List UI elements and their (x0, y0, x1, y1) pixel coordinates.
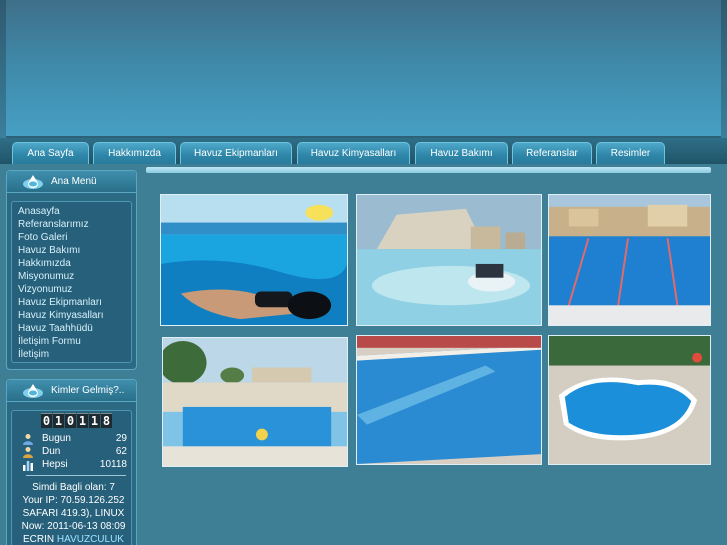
menu-item-hakkimizda[interactable]: Hakkımızda (18, 257, 131, 270)
main-menu-list: Anasayfa Referanslarımız Foto Galeri Hav… (11, 201, 132, 363)
nav-tab-referanslar[interactable]: Referanslar (512, 142, 592, 164)
stats-divider (26, 475, 126, 476)
menu-item-havuz-taahhudu[interactable]: Havuz Taahhüdü (18, 322, 131, 335)
sidebar-main-menu: Ana Menü Anasayfa Referanslarımız Foto G… (6, 170, 137, 370)
tiled-pool-image (357, 336, 541, 464)
menu-item-misyonumuz[interactable]: Misyonumuz (18, 270, 131, 283)
counter-digit: 1 (77, 413, 88, 428)
sidebar-visitors-box: Kimler Gelmiş?.. 0 1 0 1 1 8 Bugun 29 Du… (6, 379, 137, 545)
brand-highlight-link[interactable]: HAVUZCULUK (57, 534, 124, 545)
swimmer-pool-image (161, 195, 347, 325)
counter-digit: 1 (53, 413, 64, 428)
nav-tab-havuz-kimyasallari[interactable]: Havuz Kimyasalları (297, 142, 410, 164)
stat-value: 29 (115, 433, 127, 444)
resort-lagoon-image (357, 195, 541, 325)
stat-value: 10118 (99, 459, 127, 470)
visitors-title: Kimler Gelmiş?.. (51, 385, 125, 396)
lap-pool-image (549, 195, 710, 325)
header-left-edge (0, 0, 6, 138)
menu-item-havuz-kimyasallari[interactable]: Havuz Kimyasalları (18, 309, 131, 322)
visitor-counter: 0 1 0 1 1 8 (41, 413, 112, 428)
bar-chart-icon (23, 461, 33, 471)
menu-item-havuz-bakimi[interactable]: Havuz Bakımı (18, 244, 131, 257)
nav-tab-resimler[interactable]: Resimler (596, 142, 665, 164)
content-top-bar (146, 167, 711, 173)
counter-digit: 8 (101, 413, 112, 428)
brand-prefix: ECRIN (23, 534, 55, 545)
gallery-photo-resort-boat[interactable] (356, 194, 542, 326)
footer-brand-text: ECRIN HAVUZCULUK (12, 533, 135, 545)
counter-digit: 0 (41, 413, 52, 428)
stat-row-total: Hepsi 10118 (22, 459, 127, 471)
menu-item-anasayfa[interactable]: Anasayfa (18, 205, 131, 218)
water-drop-icon (23, 175, 43, 189)
nav-tab-havuz-ekipmanlari[interactable]: Havuz Ekipmanları (180, 142, 292, 164)
menu-item-iletisim-formu[interactable]: İletişim Formu (18, 335, 131, 348)
gallery-photo-lap-pool[interactable] (548, 194, 711, 326)
header-right-edge (721, 0, 727, 138)
nav-tab-ana-sayfa[interactable]: Ana Sayfa (12, 142, 89, 164)
visitors-panel: 0 1 0 1 1 8 Bugun 29 Dun 62 Hepsi 10118 … (11, 410, 132, 545)
nav-tab-havuz-bakimi[interactable]: Havuz Bakımı (415, 142, 508, 164)
visitor-ip-text: Your IP: 70.59.126.252 (22, 495, 125, 506)
stat-row-yesterday: Dun 62 (22, 446, 127, 458)
stat-label: Bugun (42, 433, 71, 444)
user-yesterday-icon (23, 447, 33, 458)
menu-item-havuz-ekipmanlari[interactable]: Havuz Ekipmanları (18, 296, 131, 309)
user-today-icon (23, 434, 33, 445)
stat-row-today: Bugun 29 (22, 433, 127, 445)
current-time-text: Now: 2011-06-13 08:09 (21, 521, 126, 532)
counter-digit: 0 (65, 413, 76, 428)
main-menu-header: Ana Menü (7, 171, 136, 193)
water-drop-icon (23, 384, 43, 398)
menu-item-foto-galeri[interactable]: Foto Galeri (18, 231, 131, 244)
online-count-text: Simdi Bagli olan: 7 (32, 482, 115, 493)
stat-value: 62 (115, 446, 127, 457)
gallery-photo-curved-pool[interactable] (548, 335, 711, 465)
site-header-banner (0, 0, 727, 138)
counter-digit: 1 (89, 413, 100, 428)
gallery-photo-hotel-pool[interactable] (162, 337, 348, 467)
nav-tab-hakkimizda[interactable]: Hakkımızda (93, 142, 176, 164)
main-menu-title: Ana Menü (51, 176, 97, 187)
stat-label: Dun (42, 446, 61, 457)
stat-label: Hepsi (42, 459, 68, 470)
menu-item-referanslarimiz[interactable]: Referanslarımız (18, 218, 131, 231)
curved-pool-image (549, 336, 710, 464)
menu-item-iletisim[interactable]: İletişim (18, 348, 131, 361)
gallery-photo-swimmer[interactable] (160, 194, 348, 326)
menu-item-vizyonumuz[interactable]: Vizyonumuz (18, 283, 131, 296)
visitors-header: Kimler Gelmiş?.. (7, 380, 136, 402)
hotel-pool-image (163, 338, 347, 466)
gallery-photo-tiled-pool[interactable] (356, 335, 542, 465)
browser-info-text: SAFARI 419.3), LINUX (22, 508, 125, 519)
